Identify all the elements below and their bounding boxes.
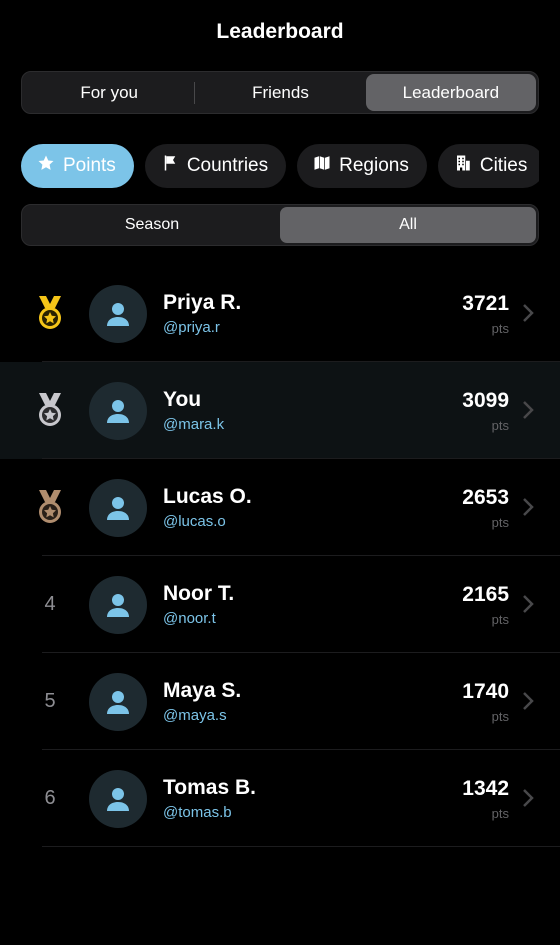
person-icon — [107, 399, 129, 423]
chevron-right-icon — [523, 498, 534, 516]
star-icon — [37, 154, 55, 178]
chevron-right-icon — [523, 401, 534, 419]
player-points: 3721 — [462, 292, 509, 315]
chevron-right-icon — [523, 789, 534, 807]
avatar — [89, 769, 147, 828]
avatar — [89, 284, 147, 343]
person-icon — [107, 593, 129, 617]
chevron-right-icon — [523, 304, 534, 322]
person-icon — [107, 496, 129, 520]
tab-all[interactable]: All — [280, 207, 536, 243]
rank-number: 6 — [44, 787, 56, 809]
chip-points[interactable]: Points — [21, 144, 134, 188]
building-icon — [454, 154, 472, 178]
player-name: You — [163, 388, 202, 411]
player-name: Tomas B. — [163, 776, 256, 799]
player-name: Lucas O. — [163, 485, 252, 508]
player-handle: @tomas.b — [163, 804, 232, 821]
chip-label: Countries — [186, 155, 269, 176]
points-unit: pts — [491, 612, 509, 627]
player-handle: @lucas.o — [163, 513, 226, 530]
chip-countries[interactable]: Countries — [144, 144, 287, 188]
chip-label: Cities — [479, 155, 528, 176]
flag-icon — [161, 154, 179, 178]
player-points: 2165 — [462, 583, 509, 606]
points-unit: pts — [491, 806, 509, 821]
player-points: 1342 — [462, 777, 509, 800]
leaderboard-row-me[interactable]: You @mara.k 3099 pts — [0, 362, 560, 459]
silver-medal-icon — [0, 392, 100, 429]
points-unit: pts — [491, 515, 509, 530]
chevron-right-icon — [523, 692, 534, 710]
leaderboard-row[interactable]: 6 Tomas B. @tomas.b 1342 pts — [0, 750, 560, 847]
points-unit: pts — [491, 321, 509, 336]
chip-label: Regions — [339, 155, 409, 176]
player-points: 3099 — [462, 389, 509, 412]
tab-leaderboard[interactable]: Leaderboard — [365, 74, 536, 111]
avatar — [89, 575, 147, 634]
tab-for-you[interactable]: For you — [24, 74, 194, 111]
gold-medal-icon — [0, 295, 100, 332]
player-handle: @maya.s — [163, 707, 227, 724]
points-unit: pts — [491, 418, 509, 433]
player-name: Priya R. — [163, 291, 242, 314]
scope-tab-bar: Season All — [21, 204, 539, 246]
leaderboard-row[interactable]: 5 Maya S. @maya.s 1740 pts — [0, 653, 560, 750]
avatar — [89, 672, 147, 731]
leaderboard-row[interactable]: Lucas O. @lucas.o 2653 pts — [0, 459, 560, 556]
rank-number: 5 — [44, 690, 56, 712]
points-unit: pts — [491, 709, 509, 724]
player-handle: @mara.k — [163, 416, 225, 433]
category-chips: Points Countries Regions Cities — [21, 144, 539, 188]
map-icon — [313, 154, 331, 178]
player-name: Maya S. — [163, 679, 242, 702]
chevron-right-icon — [523, 595, 534, 613]
bronze-medal-icon — [0, 489, 100, 526]
chip-cities[interactable]: Cities — [437, 144, 539, 188]
player-handle: @priya.r — [163, 319, 220, 336]
leaderboard-row[interactable]: Priya R. @priya.r 3721 pts — [0, 265, 560, 362]
page-title: Leaderboard — [216, 20, 344, 43]
player-handle: @noor.t — [163, 610, 216, 627]
leaderboard-list: Priya R. @priya.r 3721 pts You @mara.k 3… — [0, 265, 560, 847]
tab-season[interactable]: Season — [24, 207, 280, 243]
chip-regions[interactable]: Regions — [297, 144, 427, 188]
avatar — [89, 478, 147, 537]
player-points: 1740 — [462, 680, 509, 703]
person-icon — [107, 690, 129, 714]
player-points: 2653 — [462, 486, 509, 509]
person-icon — [107, 787, 129, 811]
leaderboard-row[interactable]: 4 Noor T. @noor.t 2165 pts — [0, 556, 560, 653]
avatar — [89, 381, 147, 440]
rank-number: 4 — [44, 593, 56, 615]
player-name: Noor T. — [163, 582, 235, 605]
chip-label: Points — [63, 155, 116, 176]
tab-friends[interactable]: Friends — [195, 74, 365, 111]
person-icon — [107, 302, 129, 326]
main-tab-bar: For you Friends Leaderboard — [21, 71, 539, 114]
